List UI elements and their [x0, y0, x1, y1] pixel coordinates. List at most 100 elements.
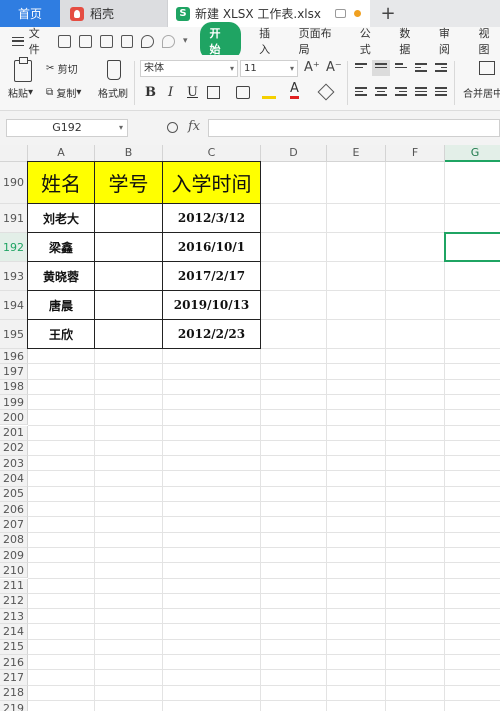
clear-format-icon[interactable]	[317, 83, 335, 101]
column-header-e[interactable]: E	[327, 145, 386, 162]
cell-student-id[interactable]	[94, 319, 163, 349]
format-painter-icon[interactable]	[107, 60, 121, 80]
row-header-211[interactable]: 211	[0, 578, 28, 594]
fx-icon[interactable]: fx	[188, 119, 200, 134]
row-header-200[interactable]: 200	[0, 410, 28, 426]
decrease-indent-icon[interactable]	[415, 63, 427, 73]
cell-name[interactable]: 黄晓蓉	[27, 261, 95, 291]
cell-name[interactable]: 刘老大	[27, 203, 95, 233]
row-header-194[interactable]: 194	[0, 291, 28, 320]
row-header-192[interactable]: 192	[0, 233, 28, 262]
cut-button[interactable]: ✂ 剪切	[46, 61, 78, 76]
align-middle-icon[interactable]	[372, 60, 390, 76]
copy-button[interactable]: ⧉ 复制 ▾	[46, 85, 81, 100]
row-header-212[interactable]: 212	[0, 593, 28, 610]
header-cell-name[interactable]: 姓名	[27, 161, 95, 204]
spreadsheet-grid[interactable]: A B C D E F G 190 191 192 193 194 195 196 197 198 199 200…	[0, 145, 500, 711]
font-size-select[interactable]: 11 ▾	[240, 60, 298, 77]
row-header-204[interactable]: 204	[0, 471, 28, 487]
row-header-208[interactable]: 208	[0, 532, 28, 548]
row-header-206[interactable]: 206	[0, 502, 28, 518]
align-center-icon[interactable]	[375, 87, 387, 97]
font-color-button[interactable]: A	[290, 82, 299, 99]
align-top-icon[interactable]	[355, 63, 367, 73]
row-header-196[interactable]: 196	[0, 349, 28, 365]
font-name-select[interactable]: 宋体 ▾	[140, 60, 238, 77]
merge-center-button[interactable]: 合并居中	[463, 85, 500, 100]
header-cell-student-id[interactable]: 学号	[94, 161, 163, 204]
row-header-210[interactable]: 210	[0, 563, 28, 579]
cell-enroll-date[interactable]: 2016/10/1	[162, 232, 261, 262]
row-header-219[interactable]: 219	[0, 700, 28, 711]
row-header-215[interactable]: 215	[0, 639, 28, 655]
row-header-213[interactable]: 213	[0, 609, 28, 625]
row-header-207[interactable]: 207	[0, 517, 28, 533]
borders-icon[interactable]	[207, 86, 220, 99]
menu-tab-view[interactable]: 视图	[478, 25, 500, 57]
formula-input[interactable]	[208, 119, 500, 137]
italic-button[interactable]: I	[168, 85, 173, 100]
column-header-a[interactable]: A	[28, 145, 95, 162]
new-tab-button[interactable]: +	[378, 0, 398, 27]
undo-icon[interactable]	[141, 34, 155, 48]
cell-enroll-date[interactable]: 2012/2/23	[162, 319, 261, 349]
chevron-down-icon[interactable]: ▾	[183, 36, 188, 46]
row-header-199[interactable]: 199	[0, 394, 28, 411]
print-icon[interactable]	[99, 34, 113, 48]
align-left-icon[interactable]	[355, 87, 367, 97]
column-header-d[interactable]: D	[261, 145, 327, 162]
tab-document[interactable]: S 新建 XLSX 工作表.xlsx	[168, 0, 370, 27]
merge-cells-icon[interactable]	[479, 61, 495, 75]
row-header-197[interactable]: 197	[0, 364, 28, 380]
row-header-218[interactable]: 218	[0, 685, 28, 701]
cell-student-id[interactable]	[94, 232, 163, 262]
tab-daoke[interactable]: 稻壳	[60, 0, 168, 27]
paste-icon[interactable]	[14, 57, 32, 82]
menu-file[interactable]: 文件	[29, 25, 51, 57]
cell-name[interactable]: 唐晨	[27, 290, 95, 320]
menu-tab-page-layout[interactable]: 页面布局	[299, 25, 342, 57]
column-header-f[interactable]: F	[386, 145, 445, 162]
highlight-icon[interactable]	[262, 86, 276, 99]
menu-tab-review[interactable]: 审阅	[439, 25, 461, 57]
export-pdf-icon[interactable]	[79, 34, 92, 48]
cell-name[interactable]: 王欣	[27, 319, 95, 349]
column-header-g[interactable]: G	[445, 145, 500, 162]
tab-home[interactable]: 首页	[0, 0, 60, 27]
row-header-201[interactable]: 201	[0, 425, 28, 441]
row-header-209[interactable]: 209	[0, 547, 28, 564]
header-cell-enroll-date[interactable]: 入学时间	[162, 161, 261, 204]
menu-tab-data[interactable]: 数据	[399, 25, 421, 57]
row-header-198[interactable]: 198	[0, 379, 28, 395]
distributed-icon[interactable]	[435, 87, 447, 97]
cell-student-id[interactable]	[94, 261, 163, 291]
save-icon[interactable]	[58, 34, 72, 48]
row-header-216[interactable]: 216	[0, 655, 28, 671]
print-preview-icon[interactable]	[120, 34, 134, 48]
fill-color-icon[interactable]	[236, 86, 250, 99]
row-header-195[interactable]: 195	[0, 320, 28, 349]
row-header-190[interactable]: 190	[0, 162, 28, 204]
justify-icon[interactable]	[415, 87, 427, 97]
name-box[interactable]: G192 ▾	[6, 119, 128, 137]
cell-enroll-date[interactable]: 2019/10/13	[162, 290, 261, 320]
select-all-corner[interactable]	[0, 145, 28, 162]
redo-icon[interactable]	[162, 34, 176, 48]
zoom-icon[interactable]	[167, 122, 178, 133]
row-header-202[interactable]: 202	[0, 440, 28, 457]
row-header-205[interactable]: 205	[0, 486, 28, 502]
row-header-217[interactable]: 217	[0, 670, 28, 686]
row-header-203[interactable]: 203	[0, 456, 28, 472]
increase-font-button[interactable]: A⁺	[304, 60, 320, 75]
align-bottom-icon[interactable]	[395, 63, 407, 73]
cell-enroll-date[interactable]: 2012/3/12	[162, 203, 261, 233]
menu-tab-insert[interactable]: 插入	[259, 25, 281, 57]
row-header-214[interactable]: 214	[0, 624, 28, 640]
menu-tab-formulas[interactable]: 公式	[360, 25, 382, 57]
column-header-c[interactable]: C	[163, 145, 261, 162]
bold-button[interactable]: B	[145, 85, 156, 100]
cell-student-id[interactable]	[94, 290, 163, 320]
column-header-b[interactable]: B	[95, 145, 163, 162]
format-painter-button[interactable]: 格式刷	[98, 85, 128, 100]
align-right-icon[interactable]	[395, 87, 407, 97]
